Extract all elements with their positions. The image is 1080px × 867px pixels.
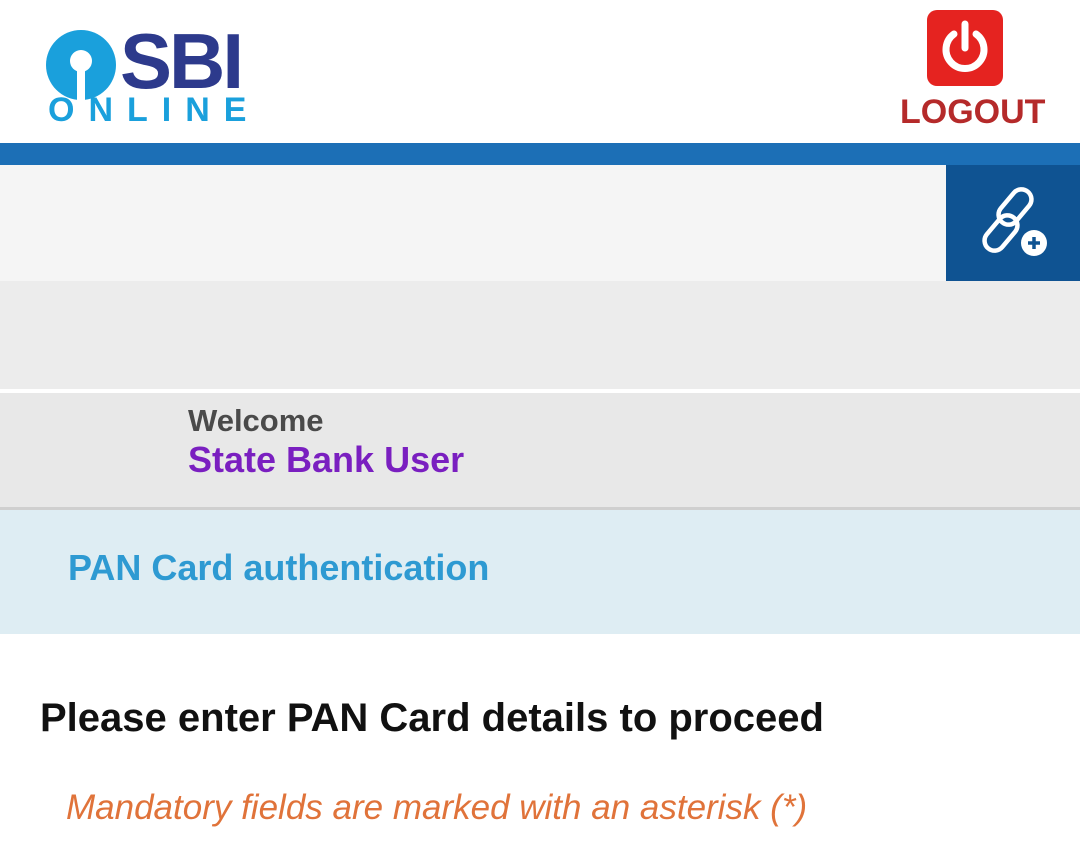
logout-label: LOGOUT [900, 93, 1046, 131]
banner-area [0, 281, 1080, 389]
mandatory-fields-note: Mandatory fields are marked with an aste… [66, 788, 808, 827]
page-title: PAN Card authentication [68, 547, 490, 588]
page: SBI ONLINE LOGOUT Welcome State Bank Use… [0, 0, 1080, 867]
section-header: PAN Card authentication [0, 510, 1080, 634]
logout-button[interactable]: LOGOUT [900, 10, 1046, 134]
welcome-label: Welcome [188, 403, 324, 438]
sbi-online-logo[interactable]: SBI ONLINE [44, 17, 246, 132]
form-heading: Please enter PAN Card details to proceed [40, 696, 824, 740]
toolbar [0, 165, 1080, 281]
quick-links-button[interactable] [946, 165, 1080, 281]
header: SBI ONLINE LOGOUT [0, 0, 1080, 143]
user-name: State Bank User [188, 439, 465, 480]
power-icon [927, 10, 1003, 86]
welcome-panel: Welcome State Bank User [0, 393, 1080, 510]
link-add-icon [982, 187, 1047, 256]
logo-sub-text: ONLINE [48, 91, 261, 129]
header-accent-strip [0, 143, 1080, 165]
